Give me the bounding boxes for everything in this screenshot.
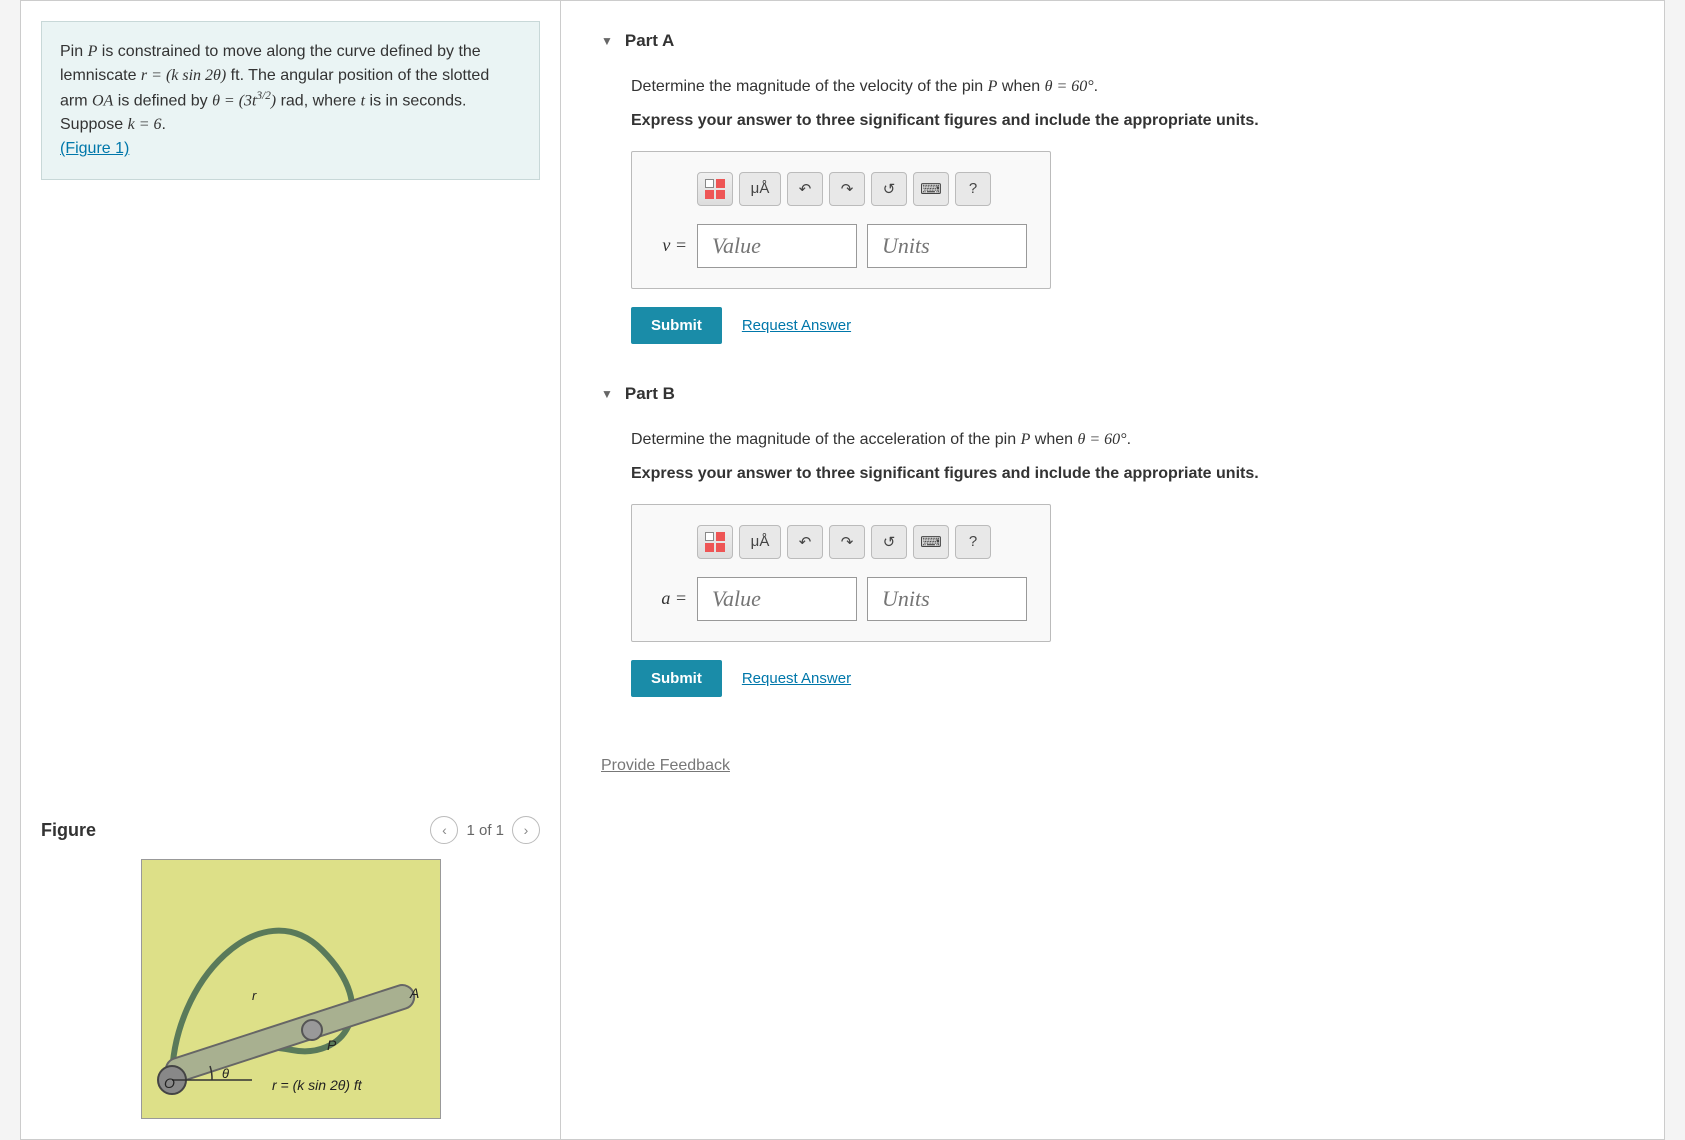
figure-equation: r = (k sin 2θ) ft xyxy=(272,1077,363,1093)
prompt-var: P xyxy=(1021,431,1031,448)
undo-button[interactable]: ↶ xyxy=(787,172,823,206)
eq-k: k = 6 xyxy=(128,116,162,133)
part-b-answer-box: μÅ ↶ ↷ ↺ ⌨ ? a = xyxy=(631,504,1051,642)
templates-button[interactable] xyxy=(697,172,733,206)
reset-button[interactable]: ↺ xyxy=(871,525,907,559)
figure-counter: 1 of 1 xyxy=(466,822,504,839)
label-A: A xyxy=(409,985,419,1001)
problem-text: is defined by xyxy=(113,92,212,109)
part-b-input-row: a = xyxy=(652,577,1030,621)
part-b-instruction: Express your answer to three significant… xyxy=(631,463,1624,485)
part-a-header[interactable]: ▼ Part A xyxy=(601,31,1624,51)
part-b-header[interactable]: ▼ Part B xyxy=(601,384,1624,404)
figure-header: Figure ‹ 1 of 1 › xyxy=(41,816,540,844)
part-a-toolbar: μÅ ↶ ↷ ↺ ⌨ ? xyxy=(652,172,1030,206)
undo-button[interactable]: ↶ xyxy=(787,525,823,559)
part-b-prompt: Determine the magnitude of the accelerat… xyxy=(631,429,1624,451)
help-button[interactable]: ? xyxy=(955,172,991,206)
eq-theta: θ = (3t xyxy=(212,92,256,109)
prompt-text: . xyxy=(1094,78,1098,95)
problem-text: . xyxy=(162,116,166,133)
label-O: O xyxy=(164,1075,175,1091)
redo-button[interactable]: ↷ xyxy=(829,172,865,206)
units-symbol-button[interactable]: μÅ xyxy=(739,525,781,559)
prompt-text: . xyxy=(1127,431,1131,448)
figure-nav: ‹ 1 of 1 › xyxy=(430,816,540,844)
redo-button[interactable]: ↷ xyxy=(829,525,865,559)
problem-statement: Pin P is constrained to move along the c… xyxy=(41,21,540,180)
part-b-units-input[interactable] xyxy=(867,577,1027,621)
part-a-input-row: v = xyxy=(652,224,1030,268)
part-a-var-label: v = xyxy=(652,235,687,256)
part-b-var-label: a = xyxy=(652,588,687,609)
var-P: P xyxy=(88,43,98,60)
redo-icon: ↷ xyxy=(841,180,854,198)
eq-r: r = (k sin 2θ) xyxy=(141,67,226,84)
var-OA: OA xyxy=(92,92,113,109)
part-a-actions: Submit Request Answer xyxy=(631,307,1624,344)
part-a-value-input[interactable] xyxy=(697,224,857,268)
caret-down-icon: ▼ xyxy=(601,387,613,401)
reset-icon: ↺ xyxy=(883,533,896,551)
prompt-text: Determine the magnitude of the accelerat… xyxy=(631,431,1021,448)
label-r: r xyxy=(252,988,257,1003)
prev-figure-button[interactable]: ‹ xyxy=(430,816,458,844)
problem-text: rad, where xyxy=(276,92,360,109)
reset-button[interactable]: ↺ xyxy=(871,172,907,206)
templates-icon xyxy=(705,532,725,552)
part-a-prompt: Determine the magnitude of the velocity … xyxy=(631,76,1624,98)
prompt-text: when xyxy=(1030,431,1077,448)
part-b-toolbar: μÅ ↶ ↷ ↺ ⌨ ? xyxy=(652,525,1030,559)
figure-image: O θ r P A r = (k sin 2θ) ft xyxy=(141,859,441,1119)
part-b-title: Part B xyxy=(625,384,675,404)
main-container: Pin P is constrained to move along the c… xyxy=(20,0,1665,1140)
caret-down-icon: ▼ xyxy=(601,34,613,48)
prompt-eq: θ = 60° xyxy=(1078,431,1127,448)
label-P: P xyxy=(327,1037,337,1053)
reset-icon: ↺ xyxy=(883,180,896,198)
part-a-instruction: Express your answer to three significant… xyxy=(631,110,1624,132)
problem-text: Pin xyxy=(60,43,88,60)
undo-icon: ↶ xyxy=(799,180,812,198)
keyboard-button[interactable]: ⌨ xyxy=(913,525,949,559)
prompt-text: when xyxy=(997,78,1044,95)
right-panel: ▼ Part A Determine the magnitude of the … xyxy=(561,1,1664,1139)
left-panel: Pin P is constrained to move along the c… xyxy=(21,1,561,1139)
part-b-request-answer-link[interactable]: Request Answer xyxy=(742,670,851,687)
keyboard-icon: ⌨ xyxy=(920,180,942,198)
part-a-body: Determine the magnitude of the velocity … xyxy=(601,76,1624,384)
eq-theta-exp: 3/2 xyxy=(257,90,271,102)
next-figure-button[interactable]: › xyxy=(512,816,540,844)
templates-icon xyxy=(705,179,725,199)
part-a-title: Part A xyxy=(625,31,674,51)
keyboard-button[interactable]: ⌨ xyxy=(913,172,949,206)
part-b-submit-button[interactable]: Submit xyxy=(631,660,722,697)
templates-button[interactable] xyxy=(697,525,733,559)
units-symbol-button[interactable]: μÅ xyxy=(739,172,781,206)
part-a-submit-button[interactable]: Submit xyxy=(631,307,722,344)
provide-feedback-link[interactable]: Provide Feedback xyxy=(601,757,730,775)
lemniscate-diagram: O θ r P A r = (k sin 2θ) ft xyxy=(142,860,441,1119)
figure-title: Figure xyxy=(41,820,96,841)
part-a-units-input[interactable] xyxy=(867,224,1027,268)
prompt-var: P xyxy=(988,78,998,95)
figure-section: Figure ‹ 1 of 1 › O θ xyxy=(41,796,540,1119)
redo-icon: ↷ xyxy=(841,533,854,551)
prompt-eq: θ = 60° xyxy=(1045,78,1094,95)
undo-icon: ↶ xyxy=(799,533,812,551)
part-b-actions: Submit Request Answer xyxy=(631,660,1624,697)
part-b-value-input[interactable] xyxy=(697,577,857,621)
part-a-request-answer-link[interactable]: Request Answer xyxy=(742,317,851,334)
label-theta: θ xyxy=(222,1066,229,1081)
prompt-text: Determine the magnitude of the velocity … xyxy=(631,78,988,95)
figure-link[interactable]: (Figure 1) xyxy=(60,140,129,157)
help-button[interactable]: ? xyxy=(955,525,991,559)
keyboard-icon: ⌨ xyxy=(920,533,942,551)
part-a-answer-box: μÅ ↶ ↷ ↺ ⌨ ? v = xyxy=(631,151,1051,289)
part-b-body: Determine the magnitude of the accelerat… xyxy=(601,429,1624,737)
